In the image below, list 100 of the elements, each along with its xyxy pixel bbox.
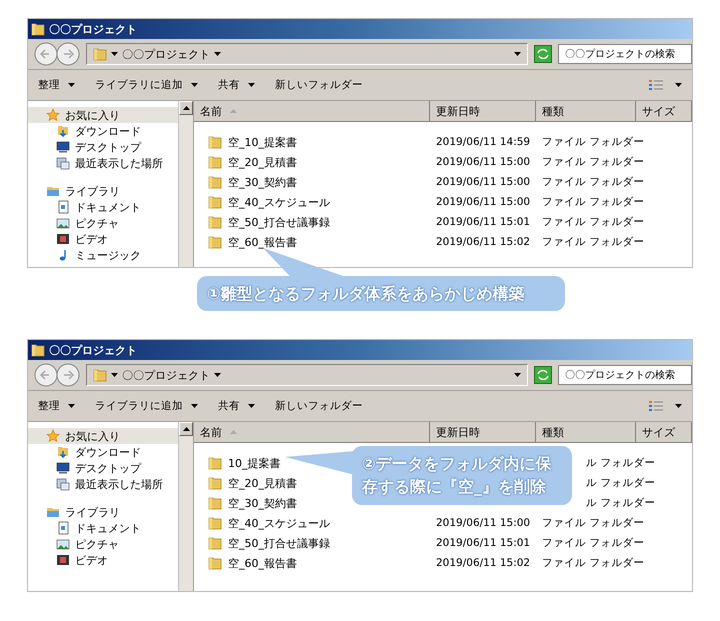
forward-button[interactable] xyxy=(56,42,80,66)
breadcrumb[interactable]: 〇〇プロジェクト xyxy=(122,46,210,62)
folder-name[interactable]: 空_20_見積書 xyxy=(228,154,297,170)
sidebar-item[interactable]: 最近表示した場所 xyxy=(28,155,178,171)
refresh-icon[interactable] xyxy=(534,45,552,63)
toolbar-button[interactable]: 共有 xyxy=(214,399,259,414)
folder-name[interactable]: 空_50_打合せ議事録 xyxy=(228,536,330,551)
scrollbar[interactable] xyxy=(178,422,194,592)
sidebar-item[interactable]: ピクチャ xyxy=(28,215,178,231)
folder-name[interactable]: 10_提案書 xyxy=(228,456,280,471)
sidebar-item[interactable]: ビデオ xyxy=(28,231,178,247)
recent-places-icon xyxy=(56,156,70,170)
date-cell: 2019/06/11 15:00 xyxy=(436,156,530,168)
type-cell: ファイル フォルダー xyxy=(542,536,644,550)
download-folder-icon xyxy=(56,124,70,138)
column-header[interactable]: サイズ xyxy=(636,101,692,122)
toolbar-button[interactable]: ライブラリに追加 xyxy=(91,399,202,414)
sidebar-label: デスクトップ xyxy=(75,140,141,154)
view-options-icon[interactable] xyxy=(649,79,663,91)
view-options-icon[interactable] xyxy=(649,400,663,412)
column-header[interactable]: 名前 xyxy=(194,422,430,444)
folder-name[interactable]: 空_10_提案書 xyxy=(228,134,297,150)
sidebar-item[interactable]: ピクチャ xyxy=(28,536,178,552)
sidebar-label: ドキュメント xyxy=(75,200,141,214)
up-arrow-icon xyxy=(182,427,190,432)
up-arrow-icon xyxy=(182,106,190,110)
scrollbar[interactable] xyxy=(178,101,194,267)
folder-icon xyxy=(208,175,222,189)
toolbar-button[interactable]: 共有 xyxy=(214,78,259,92)
sidebar-item[interactable]: デスクトップ xyxy=(28,139,178,155)
toolbar-button[interactable]: 新しいフォルダー xyxy=(271,399,367,414)
column-header[interactable]: 種類 xyxy=(536,422,636,444)
type-cell: ル フォルダー xyxy=(586,476,656,490)
back-button[interactable] xyxy=(34,363,58,388)
type-cell: ファイル フォルダー xyxy=(542,556,644,570)
search-field[interactable]: 〇〇プロジェクトの検索 xyxy=(558,365,692,386)
folder-icon xyxy=(208,135,222,149)
folder-name[interactable]: 空_30_契約書 xyxy=(228,496,297,511)
search-field[interactable]: 〇〇プロジェクトの検索 xyxy=(558,44,692,64)
column-header[interactable]: サイズ xyxy=(636,422,692,444)
folder-name[interactable]: 空_50_打合せ議事録 xyxy=(228,214,330,230)
breadcrumb[interactable]: 〇〇プロジェクト xyxy=(122,368,210,383)
column-header[interactable]: 更新日時 xyxy=(430,422,536,444)
folder-icon xyxy=(31,343,45,358)
date-cell: 2019/06/11 15:00 xyxy=(436,176,530,188)
sidebar-label: ライブラリ xyxy=(65,184,120,198)
sidebar-group[interactable]: ライブラリ xyxy=(28,183,178,199)
scroll-up-button[interactable] xyxy=(179,101,193,115)
date-cell: 2019/06/11 15:00 xyxy=(436,196,530,208)
sidebar-item[interactable]: デスクトップ xyxy=(28,460,178,476)
folder-icon xyxy=(208,496,222,510)
sidebar-item[interactable]: ドキュメント xyxy=(28,199,178,215)
desktop-icon xyxy=(56,461,70,476)
forward-button[interactable] xyxy=(56,363,80,388)
scroll-up-button[interactable] xyxy=(179,422,193,436)
document-icon xyxy=(56,200,70,214)
sidebar-group[interactable]: お気に入り xyxy=(28,428,178,444)
film-icon xyxy=(56,553,70,568)
sidebar-item[interactable]: 最近表示した場所 xyxy=(28,476,178,492)
sort-arrow-icon xyxy=(230,430,237,434)
toolbar-button[interactable]: 新しいフォルダー xyxy=(271,78,367,92)
folder-name[interactable]: 空_40_スケジュール xyxy=(228,516,330,531)
refresh-icon[interactable] xyxy=(534,366,552,384)
sidebar-item[interactable]: ダウンロード xyxy=(28,444,178,460)
folder-name[interactable]: 空_20_見積書 xyxy=(228,476,297,491)
sidebar-group[interactable]: お気に入り xyxy=(28,107,178,123)
column-header[interactable]: 更新日時 xyxy=(430,101,536,122)
film-icon xyxy=(56,232,70,246)
folder-icon xyxy=(208,536,222,550)
caret-icon xyxy=(111,373,118,378)
folder-name[interactable]: 空_60_報告書 xyxy=(228,556,297,571)
type-cell: ファイル フォルダー xyxy=(542,235,644,249)
sidebar-item[interactable]: ミュージック xyxy=(28,247,178,263)
download-folder-icon xyxy=(56,445,70,460)
caret-icon xyxy=(214,52,221,56)
document-icon xyxy=(56,521,70,536)
address-bar[interactable]: 〇〇プロジェクト xyxy=(86,364,528,386)
folder-name[interactable]: 空_60_報告書 xyxy=(228,234,297,250)
sidebar-item[interactable]: ドキュメント xyxy=(28,520,178,536)
column-header[interactable]: 種類 xyxy=(536,101,636,122)
folder-icon xyxy=(208,516,222,530)
sidebar-group[interactable]: ライブラリ xyxy=(28,504,178,520)
column-header[interactable]: 名前 xyxy=(194,101,430,122)
folder-name[interactable]: 空_40_スケジュール xyxy=(228,194,330,210)
folder-icon xyxy=(208,155,222,169)
type-cell: ル フォルダー xyxy=(586,496,656,510)
folder-icon xyxy=(208,195,222,209)
sidebar-item[interactable]: ダウンロード xyxy=(28,123,178,139)
library-icon xyxy=(46,505,60,520)
date-cell: 2019/06/11 15:00 xyxy=(436,517,530,530)
back-button[interactable] xyxy=(34,42,58,66)
toolbar-button[interactable]: 整理 xyxy=(34,399,79,414)
caret-icon xyxy=(111,52,118,56)
folder-name[interactable]: 空_30_契約書 xyxy=(228,174,297,190)
toolbar-button[interactable]: 整理 xyxy=(34,78,79,92)
sidebar-label: ビデオ xyxy=(75,232,108,246)
address-bar[interactable]: 〇〇プロジェクト xyxy=(86,43,528,65)
sidebar-label: ダウンロード xyxy=(75,124,141,138)
sidebar-item[interactable]: ビデオ xyxy=(28,552,178,568)
toolbar-button[interactable]: ライブラリに追加 xyxy=(91,78,202,92)
